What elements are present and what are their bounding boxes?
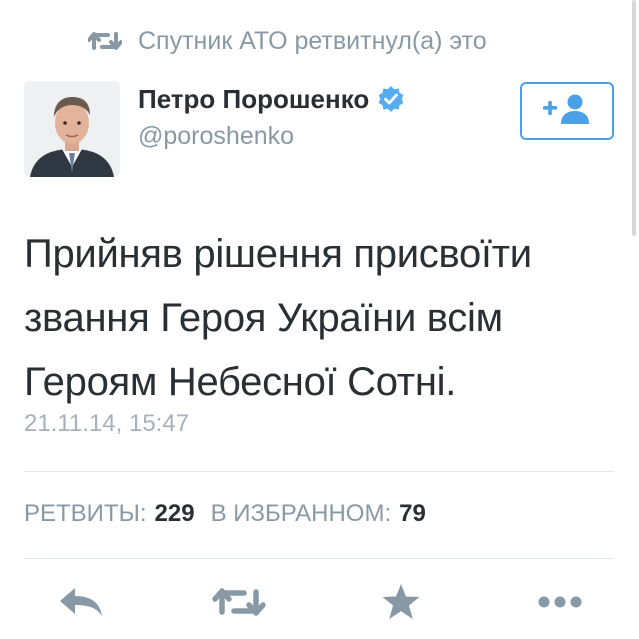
reply-icon — [58, 585, 104, 624]
favorites-count[interactable]: 79 — [399, 500, 426, 528]
retweet-context: Спутник АТО ретвитнул(а) это — [87, 24, 487, 58]
retweet-button[interactable] — [212, 584, 266, 625]
follow-user-icon — [541, 93, 593, 130]
author-name[interactable]: Петро Порошенко — [138, 84, 369, 115]
reply-button[interactable] — [55, 584, 107, 624]
favorites-label[interactable]: В ИЗБРАННОМ: — [211, 500, 392, 528]
tweet-stats: РЕТВИТЫ: 229 В ИЗБРАННОМ: 79 — [24, 500, 426, 528]
retweet-context-text[interactable]: Спутник АТО ретвитнул(а) это — [138, 27, 487, 56]
favorite-button[interactable] — [375, 583, 427, 626]
tweet-text: Прийняв рішення присвоїти звання Героя У… — [24, 222, 614, 414]
divider — [24, 558, 614, 559]
verified-badge-icon — [377, 85, 405, 113]
avatar[interactable] — [24, 81, 120, 177]
retweets-label[interactable]: РЕТВИТЫ: — [24, 500, 147, 528]
divider — [24, 471, 614, 472]
favorite-star-icon — [381, 583, 421, 626]
retweets-count[interactable]: 229 — [155, 500, 195, 528]
more-icon — [537, 595, 583, 614]
tweet-text-line: Прийняв рішення присвоїти — [24, 232, 532, 276]
retweet-icon — [212, 584, 266, 625]
tweet-author: Петро Порошенко @poroshenko — [138, 82, 405, 151]
tweet-actions — [24, 583, 615, 626]
scrollbar[interactable] — [632, 0, 636, 236]
follow-button[interactable] — [520, 82, 614, 140]
more-button[interactable] — [534, 584, 586, 624]
retweet-icon — [87, 28, 123, 54]
tweet-text-line: Героям Небесної Сотні. — [24, 360, 457, 404]
tweet-timestamp: 21.11.14, 15:47 — [24, 410, 190, 437]
tweet-text-line: звання Героя України всім — [24, 296, 503, 340]
author-handle[interactable]: @poroshenko — [138, 122, 405, 151]
